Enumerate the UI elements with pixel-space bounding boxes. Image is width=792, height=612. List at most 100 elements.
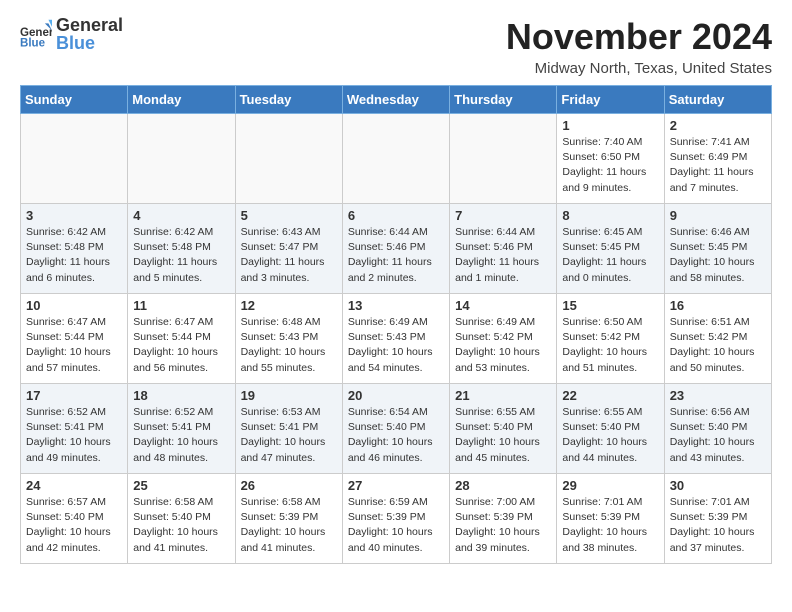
calendar-header: SundayMondayTuesdayWednesdayThursdayFrid… (21, 86, 772, 114)
day-detail: Sunrise: 6:51 AM Sunset: 5:42 PM Dayligh… (670, 315, 766, 376)
calendar-cell: 6Sunrise: 6:44 AM Sunset: 5:46 PM Daylig… (342, 204, 449, 294)
day-number: 26 (241, 478, 337, 493)
day-detail: Sunrise: 6:57 AM Sunset: 5:40 PM Dayligh… (26, 495, 122, 556)
logo-blue: Blue (56, 34, 123, 52)
day-number: 11 (133, 298, 229, 313)
day-detail: Sunrise: 6:49 AM Sunset: 5:43 PM Dayligh… (348, 315, 444, 376)
logo-general: General (56, 16, 123, 34)
calendar-cell: 1Sunrise: 7:40 AM Sunset: 6:50 PM Daylig… (557, 114, 664, 204)
calendar-cell: 10 Sunrise: 6:47 AM Sunset: 5:44 PM Dayli… (21, 294, 128, 384)
calendar-cell: 4 Sunrise: 6:42 AM Sunset: 5:48 PM Daylig… (128, 204, 235, 294)
svg-text:Blue: Blue (20, 37, 46, 49)
day-number: 20 (348, 388, 444, 403)
calendar: SundayMondayTuesdayWednesdayThursdayFrid… (20, 85, 772, 564)
day-detail: Sunrise: 6:46 AM Sunset: 5:45 PM Dayligh… (670, 225, 766, 286)
day-detail: Sunrise: 6:47 AM Sunset: 5:44 PM Dayligh… (26, 315, 122, 376)
day-number: 12 (241, 298, 337, 313)
day-detail: Sunrise: 6:52 AM Sunset: 5:41 PM Dayligh… (133, 405, 229, 466)
day-number: 27 (348, 478, 444, 493)
day-detail: Sunrise: 6:50 AM Sunset: 5:42 PM Dayligh… (562, 315, 658, 376)
page: General Blue General Blue November 2024 … (0, 0, 792, 580)
calendar-cell: 26 Sunrise: 6:58 AM Sunset: 5:39 PM Dayli… (235, 474, 342, 564)
day-number: 3 (26, 208, 122, 223)
calendar-cell: 7 Sunrise: 6:44 AM Sunset: 5:46 PM Daylig… (450, 204, 557, 294)
day-detail: Sunrise: 6:44 AM Sunset: 5:46 PM Dayligh… (348, 225, 444, 286)
day-number: 4 (133, 208, 229, 223)
location: Midway North, Texas, United States (506, 60, 772, 77)
week-row-5: 24 Sunrise: 6:57 AM Sunset: 5:40 PM Dayli… (21, 474, 772, 564)
day-detail: Sunrise: 6:55 AM Sunset: 5:40 PM Dayligh… (562, 405, 658, 466)
day-number: 21 (455, 388, 551, 403)
day-number: 29 (562, 478, 658, 493)
day-number: 17 (26, 388, 122, 403)
calendar-cell: 20 Sunrise: 6:54 AM Sunset: 5:40 PM Dayli… (342, 384, 449, 474)
day-number: 15 (562, 298, 658, 313)
day-detail: Sunrise: 6:59 AM Sunset: 5:39 PM Dayligh… (348, 495, 444, 556)
logo-icon: General Blue (20, 18, 52, 50)
day-number: 24 (26, 478, 122, 493)
day-detail: Sunrise: 6:54 AM Sunset: 5:40 PM Dayligh… (348, 405, 444, 466)
day-detail: Sunrise: 6:58 AM Sunset: 5:40 PM Dayligh… (133, 495, 229, 556)
day-detail: Sunrise: 6:58 AM Sunset: 5:39 PM Dayligh… (241, 495, 337, 556)
weekday-thursday: Thursday (450, 86, 557, 114)
day-detail: Sunrise: 6:42 AM Sunset: 5:48 PM Dayligh… (133, 225, 229, 286)
calendar-cell: 28Sunrise: 7:00 AM Sunset: 5:39 PM Dayli… (450, 474, 557, 564)
day-detail: Sunrise: 6:49 AM Sunset: 5:42 PM Dayligh… (455, 315, 551, 376)
calendar-cell: 11 Sunrise: 6:47 AM Sunset: 5:44 PM Dayli… (128, 294, 235, 384)
calendar-cell: 24 Sunrise: 6:57 AM Sunset: 5:40 PM Dayli… (21, 474, 128, 564)
week-row-2: 3 Sunrise: 6:42 AM Sunset: 5:48 PM Daylig… (21, 204, 772, 294)
calendar-cell: 3 Sunrise: 6:42 AM Sunset: 5:48 PM Daylig… (21, 204, 128, 294)
calendar-cell: 27 Sunrise: 6:59 AM Sunset: 5:39 PM Dayli… (342, 474, 449, 564)
day-number: 18 (133, 388, 229, 403)
weekday-wednesday: Wednesday (342, 86, 449, 114)
day-detail: Sunrise: 6:44 AM Sunset: 5:46 PM Dayligh… (455, 225, 551, 286)
day-number: 16 (670, 298, 766, 313)
day-detail: Sunrise: 6:56 AM Sunset: 5:40 PM Dayligh… (670, 405, 766, 466)
day-number: 2 (670, 118, 766, 133)
week-row-4: 17 Sunrise: 6:52 AM Sunset: 5:41 PM Dayli… (21, 384, 772, 474)
day-number: 23 (670, 388, 766, 403)
day-detail: Sunrise: 6:47 AM Sunset: 5:44 PM Dayligh… (133, 315, 229, 376)
day-detail: Sunrise: 6:42 AM Sunset: 5:48 PM Dayligh… (26, 225, 122, 286)
day-number: 22 (562, 388, 658, 403)
calendar-cell: 16 Sunrise: 6:51 AM Sunset: 5:42 PM Dayli… (664, 294, 771, 384)
calendar-cell: 19Sunrise: 6:53 AM Sunset: 5:41 PM Dayli… (235, 384, 342, 474)
day-number: 10 (26, 298, 122, 313)
day-number: 9 (670, 208, 766, 223)
calendar-cell: 2Sunrise: 7:41 AM Sunset: 6:49 PM Daylig… (664, 114, 771, 204)
calendar-cell: 30Sunrise: 7:01 AM Sunset: 5:39 PM Dayli… (664, 474, 771, 564)
calendar-cell: 9 Sunrise: 6:46 AM Sunset: 5:45 PM Daylig… (664, 204, 771, 294)
calendar-cell: 21 Sunrise: 6:55 AM Sunset: 5:40 PM Dayli… (450, 384, 557, 474)
day-number: 19 (241, 388, 337, 403)
weekday-sunday: Sunday (21, 86, 128, 114)
day-detail: Sunrise: 7:00 AM Sunset: 5:39 PM Dayligh… (455, 495, 551, 556)
day-number: 1 (562, 118, 658, 133)
calendar-cell: 5 Sunrise: 6:43 AM Sunset: 5:47 PM Daylig… (235, 204, 342, 294)
calendar-cell: 8 Sunrise: 6:45 AM Sunset: 5:45 PM Daylig… (557, 204, 664, 294)
calendar-cell: 22 Sunrise: 6:55 AM Sunset: 5:40 PM Dayli… (557, 384, 664, 474)
calendar-cell: 17Sunrise: 6:52 AM Sunset: 5:41 PM Dayli… (21, 384, 128, 474)
header: General Blue General Blue November 2024 … (20, 16, 772, 77)
calendar-cell: 23 Sunrise: 6:56 AM Sunset: 5:40 PM Dayli… (664, 384, 771, 474)
day-number: 5 (241, 208, 337, 223)
calendar-cell (235, 114, 342, 204)
day-number: 25 (133, 478, 229, 493)
week-row-1: 1Sunrise: 7:40 AM Sunset: 6:50 PM Daylig… (21, 114, 772, 204)
day-number: 7 (455, 208, 551, 223)
day-detail: Sunrise: 6:43 AM Sunset: 5:47 PM Dayligh… (241, 225, 337, 286)
calendar-cell: 25 Sunrise: 6:58 AM Sunset: 5:40 PM Dayli… (128, 474, 235, 564)
day-number: 13 (348, 298, 444, 313)
calendar-cell: 29 Sunrise: 7:01 AM Sunset: 5:39 PM Dayli… (557, 474, 664, 564)
day-number: 8 (562, 208, 658, 223)
weekday-monday: Monday (128, 86, 235, 114)
calendar-cell (128, 114, 235, 204)
day-detail: Sunrise: 6:55 AM Sunset: 5:40 PM Dayligh… (455, 405, 551, 466)
day-detail: Sunrise: 6:48 AM Sunset: 5:43 PM Dayligh… (241, 315, 337, 376)
calendar-cell (342, 114, 449, 204)
day-detail: Sunrise: 7:01 AM Sunset: 5:39 PM Dayligh… (562, 495, 658, 556)
calendar-cell: 14Sunrise: 6:49 AM Sunset: 5:42 PM Dayli… (450, 294, 557, 384)
day-detail: Sunrise: 6:45 AM Sunset: 5:45 PM Dayligh… (562, 225, 658, 286)
calendar-cell (21, 114, 128, 204)
calendar-cell: 15 Sunrise: 6:50 AM Sunset: 5:42 PM Dayli… (557, 294, 664, 384)
weekday-header-row: SundayMondayTuesdayWednesdayThursdayFrid… (21, 86, 772, 114)
